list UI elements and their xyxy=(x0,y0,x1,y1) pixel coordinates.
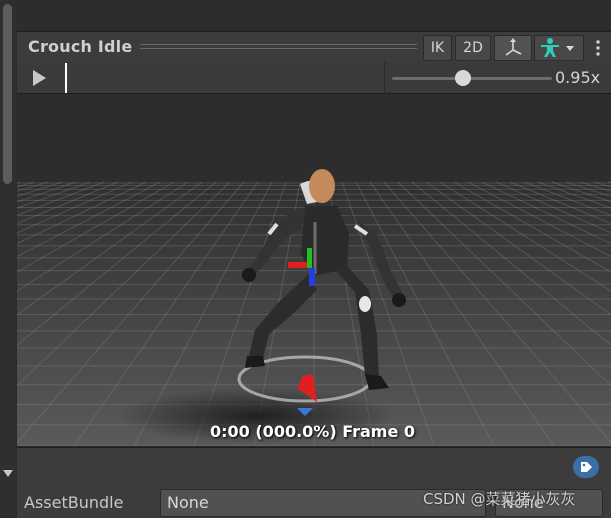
character-head xyxy=(309,169,335,203)
top-toolbar-strip xyxy=(0,0,611,30)
play-icon[interactable] xyxy=(33,70,46,86)
assetbundle-label: AssetBundle xyxy=(24,493,124,512)
frame-info-label: 0:00 (000.0%) Frame 0 xyxy=(210,422,416,441)
watermark: CSDN @菜菜猪小灰灰 xyxy=(423,490,576,508)
pivot-button[interactable] xyxy=(494,35,532,61)
avatar-humanoid-icon xyxy=(541,38,574,57)
scrollbar-thumb[interactable] xyxy=(3,4,12,184)
avatar-selector-button[interactable] xyxy=(534,35,584,61)
timeline-scrubber[interactable] xyxy=(65,63,67,93)
clip-title: Crouch Idle xyxy=(28,37,133,56)
playback-speed-control: 0.95x xyxy=(384,62,611,93)
animation-preview-viewport[interactable]: 0:00 (000.0%) Frame 0 xyxy=(17,94,611,446)
speed-slider-thumb[interactable] xyxy=(455,70,471,86)
header-grip-line xyxy=(140,48,417,49)
left-scrollbar[interactable] xyxy=(0,0,16,517)
scroll-down-arrow-icon[interactable] xyxy=(3,470,13,477)
kebab-menu-icon[interactable] xyxy=(592,38,604,58)
ik-toggle-button[interactable]: IK xyxy=(423,35,452,61)
speed-slider-track[interactable] xyxy=(392,77,552,80)
speed-value: 0.95x xyxy=(555,68,601,87)
tag-icon[interactable] xyxy=(573,456,599,478)
header-grip-line xyxy=(140,44,417,45)
2d-toggle-button[interactable]: 2D xyxy=(455,35,491,61)
pivot-axis-icon xyxy=(505,38,522,56)
assetbundle-name-value: None xyxy=(167,493,209,512)
timeline-bar: 0.95x xyxy=(17,62,611,94)
dropdown-arrow-icon xyxy=(566,46,574,51)
preview-scene xyxy=(17,94,611,446)
preview-header: Crouch Idle IK 2D xyxy=(17,31,611,63)
